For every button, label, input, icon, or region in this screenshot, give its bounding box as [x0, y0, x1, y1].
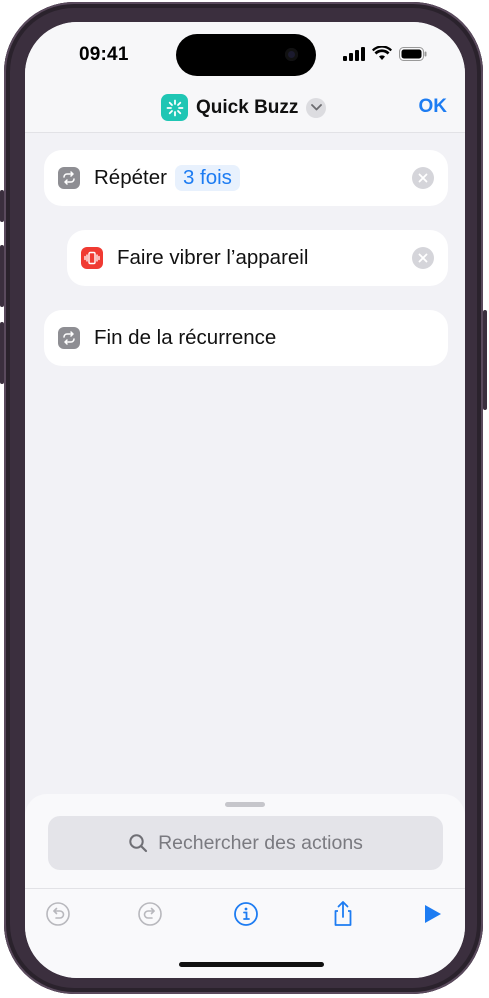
action-label: Faire vibrer l’appareil: [117, 246, 309, 269]
remove-action-button[interactable]: [412, 247, 434, 269]
remove-action-button[interactable]: [412, 167, 434, 189]
wifi-icon: [372, 46, 392, 60]
status-icons: [343, 46, 427, 61]
shortcut-title: Quick Buzz: [196, 96, 299, 118]
play-icon: [425, 905, 441, 923]
share-button[interactable]: [328, 899, 358, 929]
info-icon: [234, 902, 258, 926]
redo-button[interactable]: [135, 899, 165, 929]
home-indicator: [179, 962, 324, 967]
side-button-power: [483, 310, 487, 410]
action-search-sheet: Rechercher des actions: [25, 794, 465, 978]
action-label: Répéter: [94, 166, 167, 189]
editor-toolbar: [25, 888, 465, 939]
undo-icon: [46, 902, 70, 926]
search-field[interactable]: Rechercher des actions: [48, 816, 443, 870]
dynamic-island: [176, 34, 316, 76]
sparkle-icon: [161, 94, 188, 121]
sheet-grabber[interactable]: [225, 802, 265, 807]
side-button-volume-up: [0, 245, 4, 307]
search-icon: [129, 834, 148, 853]
battery-icon: [399, 46, 427, 61]
status-time: 09:41: [79, 44, 129, 65]
repeat-count-token[interactable]: 3 fois: [174, 165, 240, 191]
shortcut-title-button[interactable]: Quick Buzz: [161, 94, 327, 121]
action-repeat[interactable]: Répéter 3 fois: [44, 150, 448, 206]
info-button[interactable]: [231, 899, 261, 929]
action-vibrate[interactable]: Faire vibrer l’appareil: [67, 230, 448, 286]
chevron-down-icon: [306, 97, 327, 118]
action-label: Fin de la récurrence: [94, 326, 277, 349]
redo-icon: [138, 902, 162, 926]
undo-button[interactable]: [43, 899, 73, 929]
repeat-icon: [58, 167, 80, 189]
cellular-signal-icon: [343, 46, 365, 61]
screen: 09:41 Quick Buzz OK Répéter 3 fois Faire…: [25, 22, 465, 978]
repeat-icon: [58, 327, 80, 349]
camera-icon: [285, 48, 298, 61]
side-button-volume-down: [0, 322, 4, 384]
action-end-repeat[interactable]: Fin de la récurrence: [44, 310, 448, 366]
close-icon: [418, 173, 428, 183]
search-placeholder: Rechercher des actions: [158, 831, 363, 854]
close-icon: [418, 253, 428, 263]
ok-button[interactable]: OK: [419, 96, 448, 118]
play-button[interactable]: [417, 899, 447, 929]
side-button-mute: [0, 190, 4, 222]
status-bar: 09:41: [25, 22, 465, 88]
share-icon: [334, 901, 352, 926]
vibrate-icon: [81, 247, 103, 269]
nav-bar: Quick Buzz OK: [25, 88, 465, 133]
